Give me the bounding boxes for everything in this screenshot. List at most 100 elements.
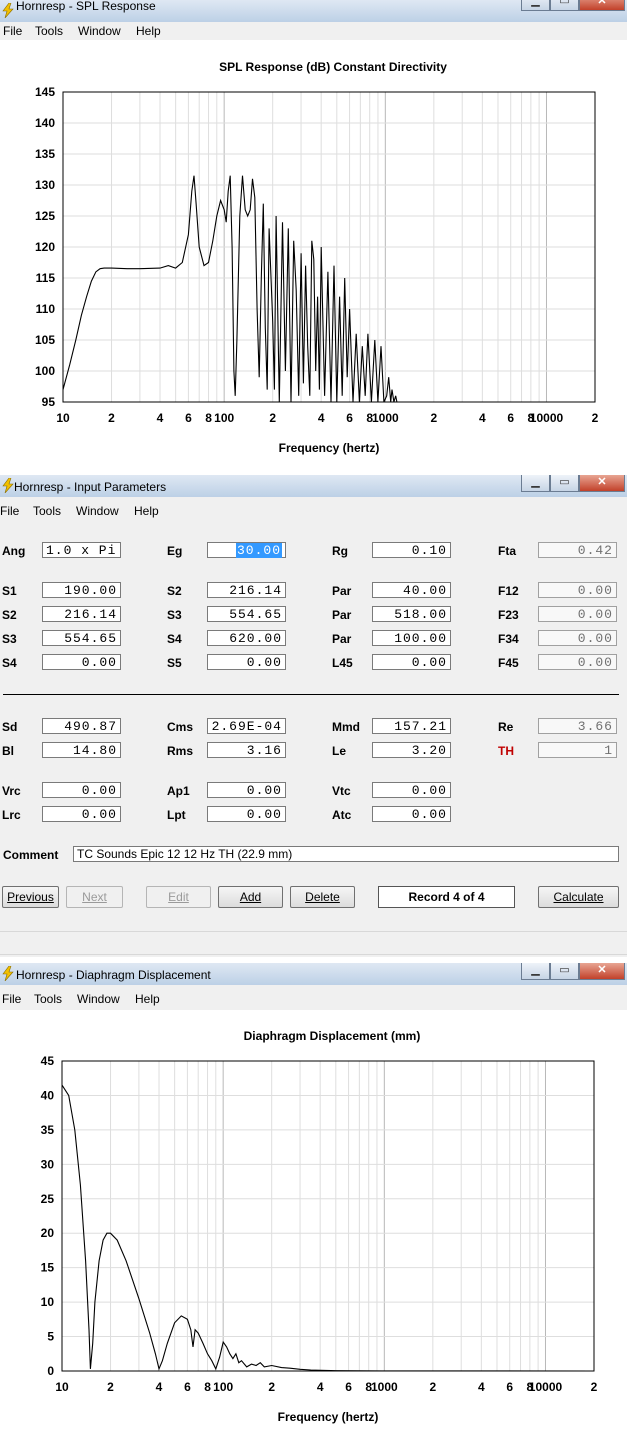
param-field-s5[interactable]: 0.00 <box>207 654 286 670</box>
y-tick-label: 115 <box>36 271 56 285</box>
param-field-mmd[interactable]: 157.21 <box>372 718 451 734</box>
param-field-s2[interactable]: 216.14 <box>42 606 121 622</box>
maximize-button[interactable]: ▭ <box>550 963 579 980</box>
disp-window-controls: ▁ ▭ ✕ <box>521 963 625 981</box>
minimize-button[interactable]: ▁ <box>521 0 550 11</box>
param-label-le: Le <box>332 744 347 758</box>
menu-help[interactable]: Help <box>135 992 160 1006</box>
param-label-s2: S2 <box>167 584 182 598</box>
menu-help[interactable]: Help <box>136 24 161 38</box>
param-field-par[interactable]: 100.00 <box>372 630 451 646</box>
param-field-f12[interactable]: 0.00 <box>538 582 617 598</box>
x-tick-label: 6 <box>184 1380 191 1394</box>
disp-titlebar[interactable]: Hornresp - Diaphragm Displacement ▁ ▭ ✕ <box>0 963 627 985</box>
param-field-fta[interactable]: 0.42 <box>538 542 617 558</box>
maximize-button[interactable]: ▭ <box>550 475 579 492</box>
menu-tools[interactable]: Tools <box>34 992 62 1006</box>
menu-file[interactable]: File <box>3 24 22 38</box>
close-button[interactable]: ✕ <box>579 475 625 492</box>
menu-file[interactable]: File <box>2 992 21 1006</box>
previous-button[interactable]: Previous <box>2 886 59 908</box>
spl-window-controls: ▁ ▭ ✕ <box>521 0 625 12</box>
param-field-s1[interactable]: 190.00 <box>42 582 121 598</box>
x-tick-label: 6 <box>507 411 514 425</box>
param-field-rg[interactable]: 0.10 <box>372 542 451 558</box>
x-tick-label: 2 <box>429 1380 436 1394</box>
x-tick-label: 2 <box>107 1380 114 1394</box>
add-button[interactable]: Add <box>218 886 283 908</box>
delete-button[interactable]: Delete <box>290 886 355 908</box>
menu-window[interactable]: Window <box>78 24 121 38</box>
param-field-le[interactable]: 3.20 <box>372 742 451 758</box>
param-field-s4[interactable]: 0.00 <box>42 654 121 670</box>
chart-title: SPL Response (dB) Constant Directivity <box>219 60 447 74</box>
selected-field-text: 30.00 <box>235 543 282 558</box>
minimize-button[interactable]: ▁ <box>521 963 550 980</box>
param-field-atc[interactable]: 0.00 <box>372 806 451 822</box>
menu-help[interactable]: Help <box>134 504 159 518</box>
param-field-s4[interactable]: 620.00 <box>207 630 286 646</box>
param-field-vrc[interactable]: 0.00 <box>42 782 121 798</box>
param-field-re[interactable]: 3.66 <box>538 718 617 734</box>
param-field-ap1[interactable]: 0.00 <box>207 782 286 798</box>
param-label-vtc: Vtc <box>332 784 351 798</box>
param-field-ang[interactable]: 1.0 x Pi <box>42 542 121 558</box>
menu-window[interactable]: Window <box>77 992 120 1006</box>
param-label-ang: Ang <box>2 544 26 558</box>
y-tick-label: 0 <box>47 1364 54 1378</box>
param-field-s3[interactable]: 554.65 <box>207 606 286 622</box>
y-tick-label: 145 <box>35 85 55 99</box>
params-titlebar[interactable]: Hornresp - Input Parameters ▁ ▭ ✕ <box>0 475 627 497</box>
minimize-button[interactable]: ▁ <box>521 475 550 492</box>
y-tick-label: 105 <box>35 333 55 347</box>
param-field-vtc[interactable]: 0.00 <box>372 782 451 798</box>
y-tick-label: 5 <box>47 1330 54 1344</box>
plot-frame <box>61 1060 595 1372</box>
menu-tools[interactable]: Tools <box>33 504 61 518</box>
param-field-rms[interactable]: 3.16 <box>207 742 286 758</box>
param-label-par: Par <box>332 608 352 622</box>
param-field-l45[interactable]: 0.00 <box>372 654 451 670</box>
param-field-th[interactable]: 1 <box>538 742 617 758</box>
param-field-eg[interactable]: 30.00 <box>207 542 286 558</box>
menu-window[interactable]: Window <box>76 504 119 518</box>
y-tick-label: 20 <box>41 1226 55 1240</box>
param-field-lrc[interactable]: 0.00 <box>42 806 121 822</box>
param-field-par[interactable]: 518.00 <box>372 606 451 622</box>
close-button[interactable]: ✕ <box>579 0 625 11</box>
x-tick-label: 8 <box>205 411 212 425</box>
y-tick-label: 95 <box>42 395 56 409</box>
maximize-button[interactable]: ▭ <box>550 0 579 11</box>
calculate-button[interactable]: Calculate <box>538 886 619 908</box>
y-tick-label: 125 <box>35 209 55 223</box>
param-label-s3: S3 <box>167 608 182 622</box>
comment-field[interactable]: TC Sounds Epic 12 12 Hz TH (22.9 mm) <box>73 846 619 862</box>
x-tick-label: 2 <box>430 411 437 425</box>
param-label-rg: Rg <box>332 544 348 558</box>
param-label-atc: Atc <box>332 808 352 822</box>
param-field-s3[interactable]: 554.65 <box>42 630 121 646</box>
param-label-fta: Fta <box>498 544 516 558</box>
param-label-sd: Sd <box>2 720 18 734</box>
param-field-cms[interactable]: 2.69E-04 <box>207 718 286 734</box>
x-axis-label: Frequency (hertz) <box>279 441 380 455</box>
next-button[interactable]: Next <box>66 886 123 908</box>
param-field-s2[interactable]: 216.14 <box>207 582 286 598</box>
param-label-lpt: Lpt <box>167 808 186 822</box>
param-label-f34: F34 <box>498 632 519 646</box>
param-label-l45: L45 <box>332 656 353 670</box>
spl-titlebar[interactable]: Hornresp - SPL Response ▁ ▭ ✕ <box>0 0 627 22</box>
x-tick-label: 10000 <box>530 411 564 425</box>
param-field-lpt[interactable]: 0.00 <box>207 806 286 822</box>
param-field-f45[interactable]: 0.00 <box>538 654 617 670</box>
menu-tools[interactable]: Tools <box>35 24 63 38</box>
edit-button[interactable]: Edit <box>146 886 211 908</box>
param-field-f23[interactable]: 0.00 <box>538 606 617 622</box>
param-field-par[interactable]: 40.00 <box>372 582 451 598</box>
close-button[interactable]: ✕ <box>579 963 625 980</box>
param-field-bl[interactable]: 14.80 <box>42 742 121 758</box>
param-field-sd[interactable]: 490.87 <box>42 718 121 734</box>
params-window-controls: ▁ ▭ ✕ <box>521 475 625 493</box>
param-field-f34[interactable]: 0.00 <box>538 630 617 646</box>
menu-file[interactable]: File <box>0 504 19 518</box>
